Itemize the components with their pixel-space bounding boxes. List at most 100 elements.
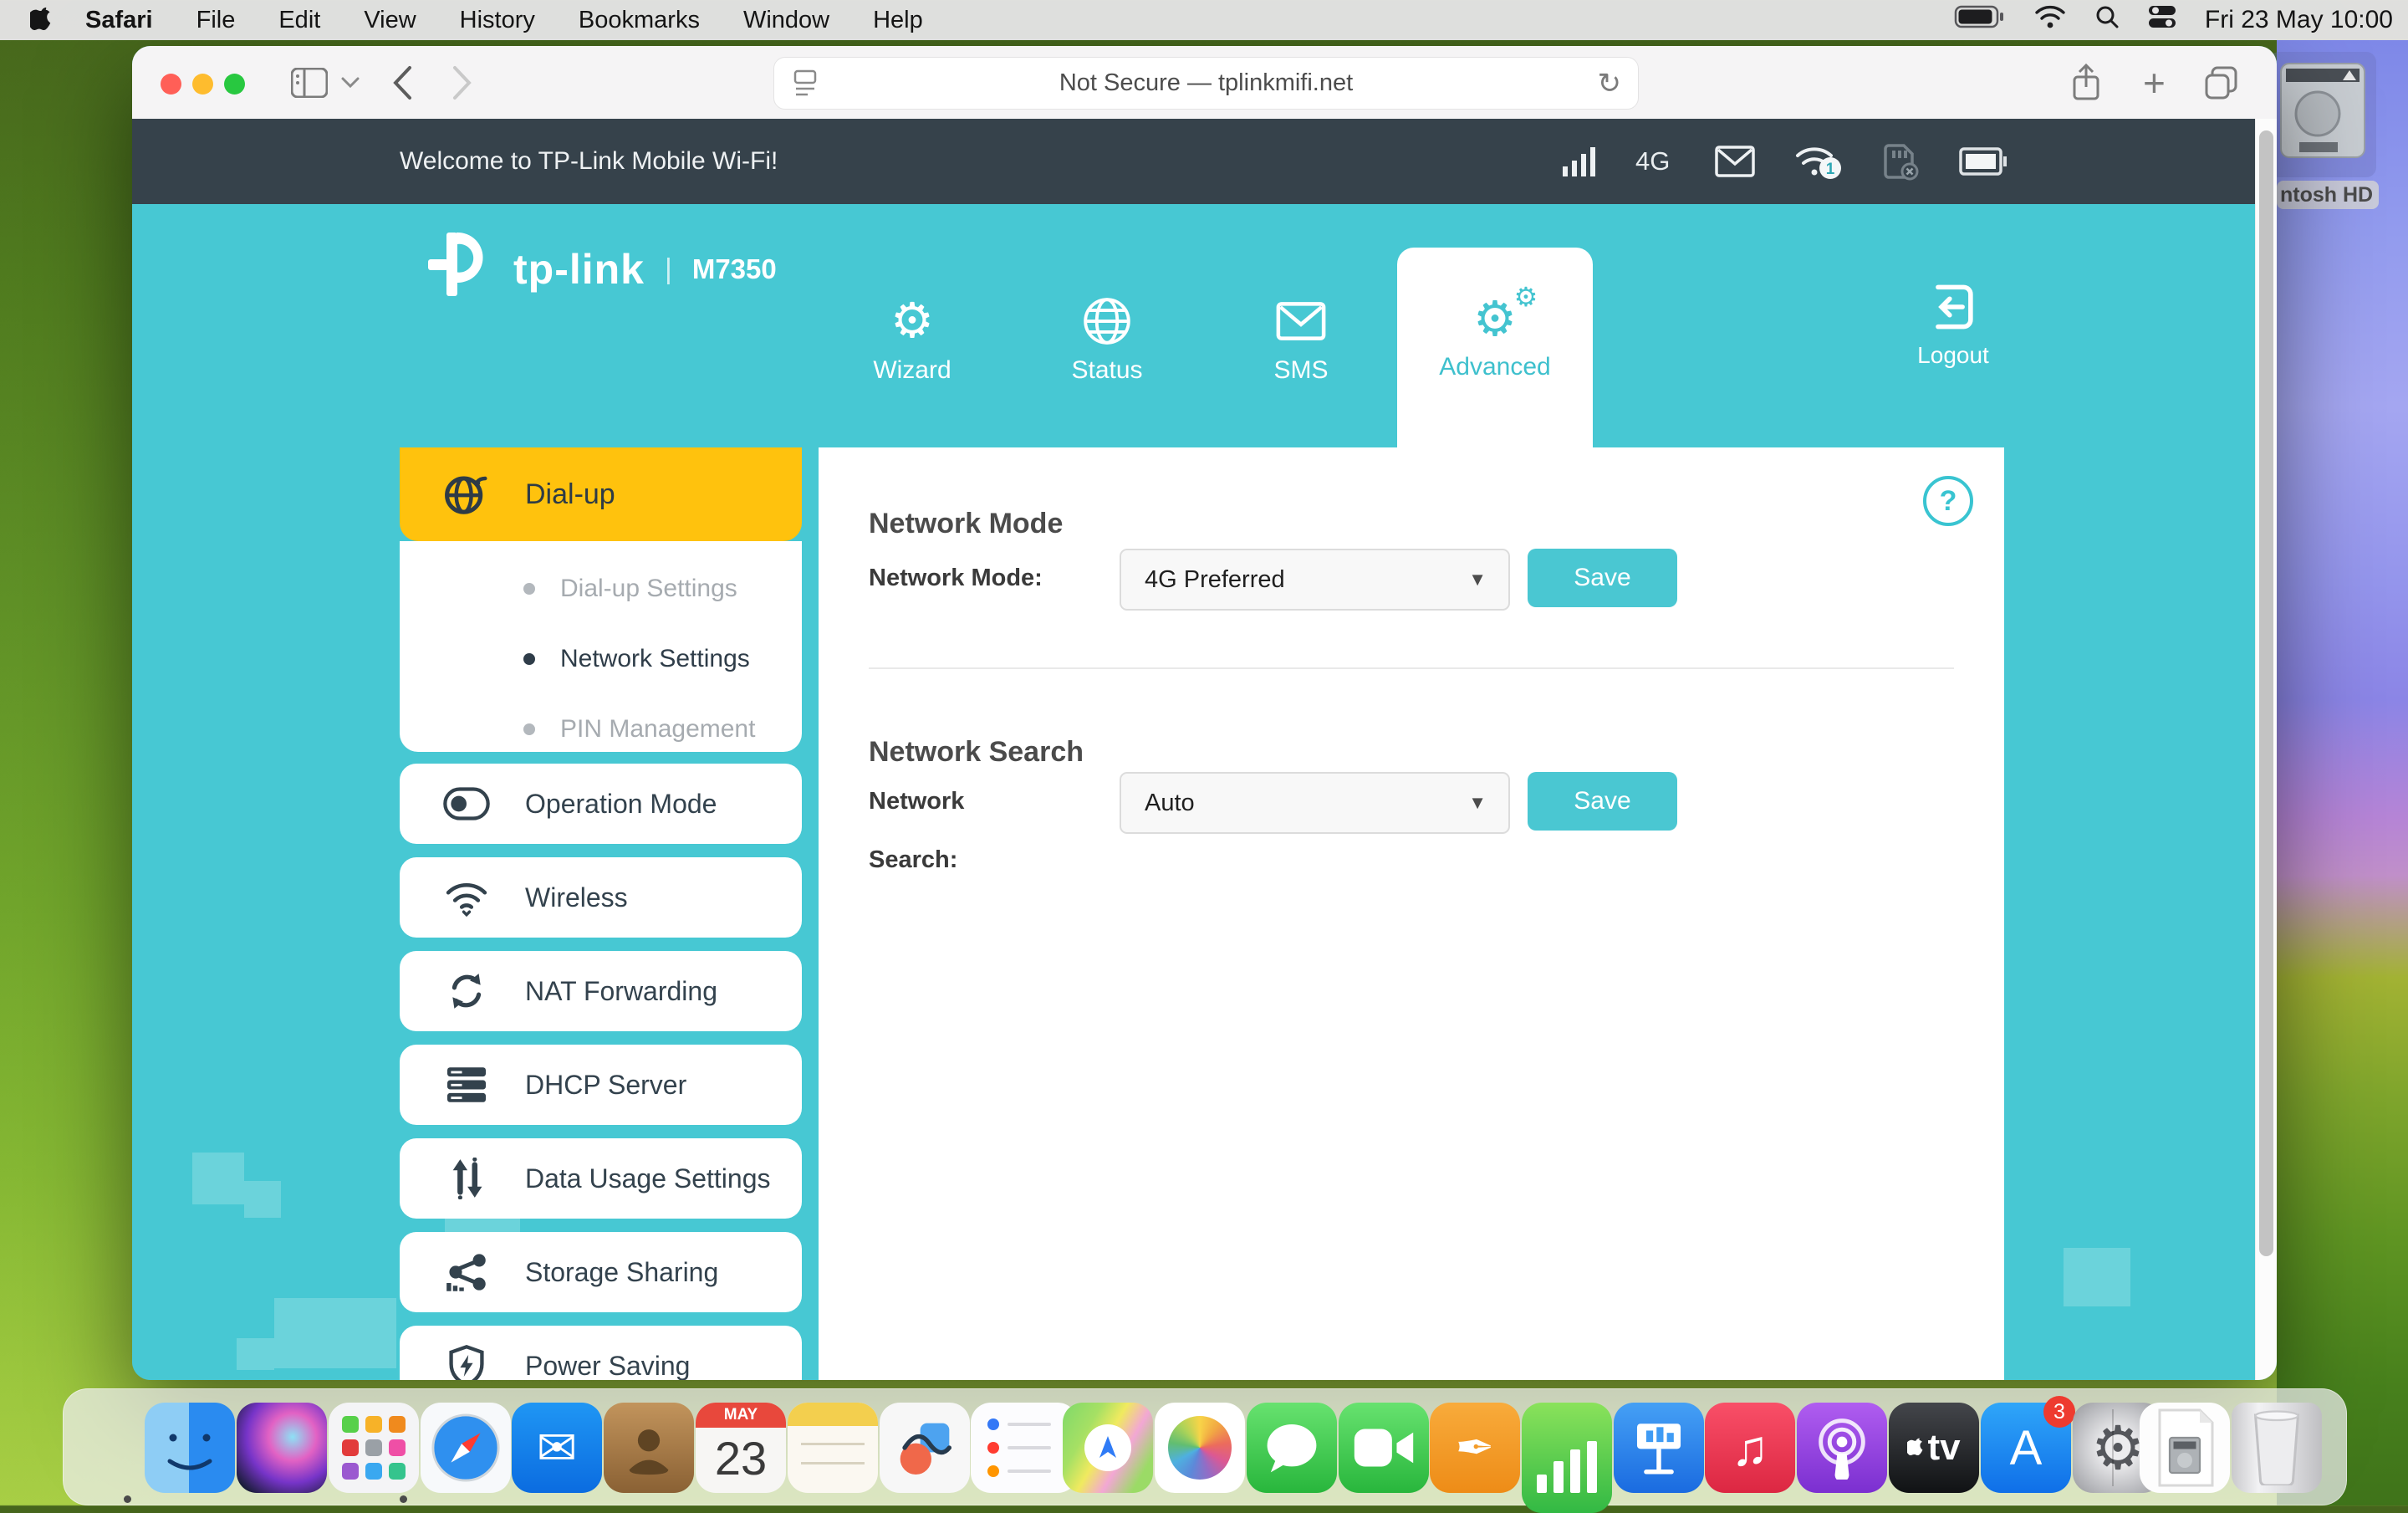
deco-square [237,1338,274,1370]
sidebar-item-dhcp-server[interactable]: DHCP Server [400,1045,802,1125]
minimize-window-button[interactable] [192,74,213,95]
appstore-badge: 3 [2043,1396,2075,1428]
dock-reminders-icon[interactable] [971,1403,1078,1493]
welcome-text: Welcome to TP-Link Mobile Wi-Fi! [400,119,778,204]
calendar-day: 23 [696,1428,786,1493]
menu-history[interactable]: History [438,0,557,40]
new-tab-button[interactable]: + [2143,46,2166,119]
sidebar-chevron-icon[interactable] [341,46,360,119]
dock-notes-icon[interactable] [788,1403,878,1493]
calendar-month: MAY [696,1403,786,1428]
tab-overview-icon[interactable] [2204,46,2239,119]
network-mode-select[interactable]: 4G Preferred ▼ [1120,549,1510,611]
close-window-button[interactable] [161,74,181,95]
macintosh-hd-desktop-icon[interactable] [2269,52,2376,177]
dock-facetime-icon[interactable] [1339,1403,1429,1493]
menu-file[interactable]: File [175,0,258,40]
submenu-item-pin-management[interactable]: PIN Management [400,694,802,764]
network-search-label: Network Search: [869,772,1053,889]
dock-maps-icon[interactable] [1063,1403,1153,1493]
sidebar-submenu: Dial-up Settings Network Settings PIN Ma… [400,541,802,752]
signal-strength-icon [1563,119,1598,204]
menu-bar-clock[interactable]: Fri 23 May 10:00 [2205,6,2393,34]
bullet-icon [523,723,535,735]
dock-keynote-icon[interactable] [1614,1403,1704,1493]
address-bar[interactable]: Not Secure — tplinkmifi.net ↻ [773,57,1639,110]
safari-window: Not Secure — tplinkmifi.net ↻ + Welcome … [132,46,2277,1380]
share-nodes-icon [440,1252,493,1292]
sidebar-item-operation-mode[interactable]: Operation Mode [400,764,802,844]
dock-mail-icon[interactable]: ✉ [512,1403,602,1493]
menu-window[interactable]: Window [722,0,851,40]
network-search-save-button[interactable]: Save [1528,772,1677,831]
dock-numbers-icon[interactable] [1522,1403,1612,1513]
macintosh-hd-label[interactable]: ntosh HD [2277,181,2379,209]
battery-icon[interactable] [1954,4,2006,36]
dock-disk-image-icon[interactable] [2140,1403,2230,1493]
sidebar-item-dialup[interactable]: Dial-up [400,447,802,541]
menu-bar: Safari File Edit View History Bookmarks … [0,0,2408,40]
tab-status-label: Status [1023,356,1191,385]
submenu-item-network-settings[interactable]: Network Settings [400,624,802,694]
reader-icon [793,69,818,98]
dock-freeform-icon[interactable] [880,1403,970,1493]
forward-button[interactable] [452,46,473,119]
zoom-window-button[interactable] [224,74,245,95]
menu-edit[interactable]: Edit [257,0,342,40]
deco-square [274,1298,396,1368]
dock-safari-icon[interactable] [421,1403,511,1493]
dock-divider [2112,1409,2114,1486]
submenu-item-dialup-settings[interactable]: Dial-up Settings [400,554,802,624]
section-title-network-mode: Network Mode [869,508,1063,540]
menu-help[interactable]: Help [851,0,945,40]
sidebar-item-storage-sharing[interactable]: Storage Sharing [400,1232,802,1312]
network-search-value: Auto [1145,790,1195,817]
dock-calendar-icon[interactable]: MAY 23 [696,1403,786,1493]
dock-photos-icon[interactable] [1155,1403,1245,1493]
menu-bookmarks[interactable]: Bookmarks [557,0,722,40]
dock-podcasts-icon[interactable] [1797,1403,1887,1493]
dock: ✉ MAY 23 ✒ ♫ tv [63,1388,2347,1505]
dock-music-icon[interactable]: ♫ [1705,1403,1795,1493]
control-center-icon[interactable] [2148,4,2176,36]
tab-advanced[interactable]: ⚙ ⚙ Advanced [1397,248,1593,448]
dock-pages-icon[interactable]: ✒ [1430,1403,1520,1493]
dock-siri-icon[interactable] [237,1403,327,1493]
tab-wizard[interactable]: ⚙ Wizard [829,286,996,385]
spotlight-search-icon[interactable] [2094,4,2120,36]
tab-advanced-label: Advanced [1397,353,1593,381]
section-divider [869,667,1954,669]
wifi-menu-icon[interactable] [2034,5,2066,35]
share-icon[interactable] [2070,46,2102,119]
model-text: M7350 [692,253,777,285]
dock-launchpad-icon[interactable] [329,1403,419,1493]
sidebar-toggle-icon[interactable] [291,46,328,119]
network-mode-save-button[interactable]: Save [1528,549,1677,607]
sidebar-item-nat-forwarding[interactable]: NAT Forwarding [400,951,802,1031]
dock-tv-icon[interactable]: tv [1889,1403,1979,1493]
dock-contacts-icon[interactable] [604,1403,694,1493]
dock-trash-icon[interactable] [2232,1403,2322,1493]
tab-wizard-label: Wizard [829,356,996,385]
dock-messages-icon[interactable] [1247,1403,1337,1493]
safari-toolbar: Not Secure — tplinkmifi.net ↻ + [132,46,2277,120]
tab-status[interactable]: Status [1023,286,1191,385]
help-icon[interactable]: ? [1923,476,1973,526]
scrollbar-thumb[interactable] [2259,130,2273,1256]
logout-label: Logout [1895,342,2012,369]
tab-sms[interactable]: SMS [1217,286,1385,385]
network-search-select[interactable]: Auto ▼ [1120,772,1510,834]
menu-safari[interactable]: Safari [64,0,175,40]
sidebar-item-data-usage[interactable]: Data Usage Settings [400,1138,802,1219]
logout-button[interactable]: Logout [1895,278,2012,369]
reload-icon[interactable]: ↻ [1598,67,1622,100]
scrollbar-track[interactable] [2255,119,2277,1380]
sidebar-item-power-saving[interactable]: Power Saving [400,1326,802,1380]
menu-view[interactable]: View [342,0,437,40]
brand-text: tp-link [513,245,645,294]
back-button[interactable] [391,46,413,119]
dialup-globe-icon [440,470,493,519]
apple-menu-icon[interactable] [0,7,64,33]
sidebar-item-wireless[interactable]: Wireless [400,857,802,938]
dock-finder-icon[interactable] [145,1403,235,1493]
